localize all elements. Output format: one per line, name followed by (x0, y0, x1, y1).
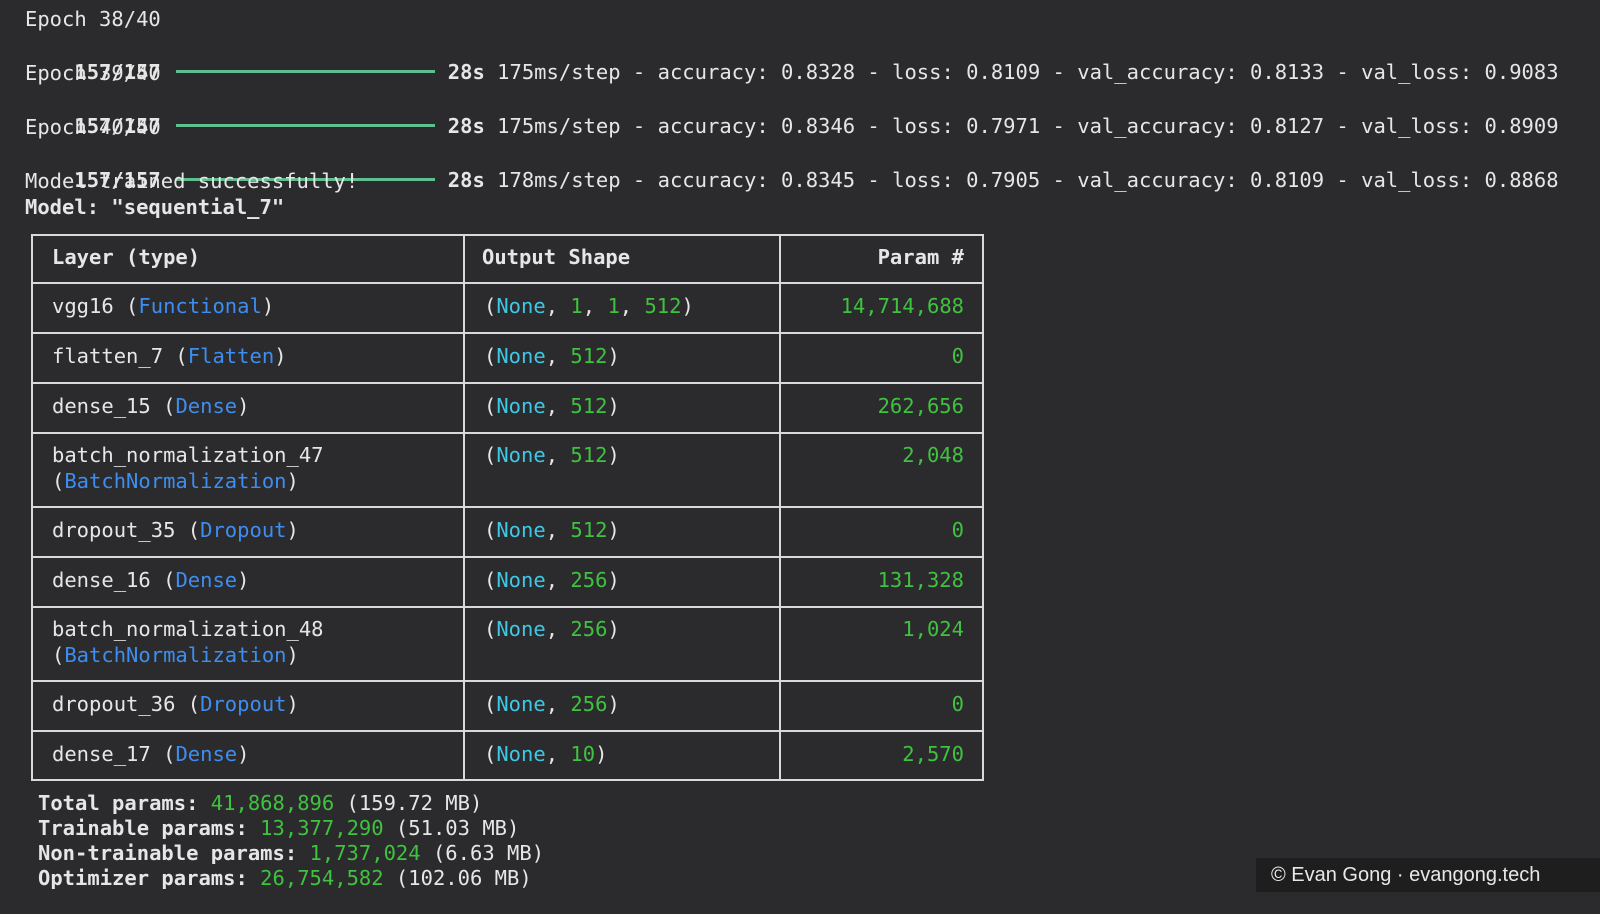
output-shape-cell: (None, 512) (484, 443, 620, 467)
output-shape-cell: (None, 512) (484, 344, 620, 368)
epoch-metrics: 178ms/step - accuracy: 0.8345 - loss: 0.… (497, 168, 1559, 192)
output-shape-cell: (None, 512) (484, 394, 620, 418)
epoch-header: Epoch 39/40 (25, 61, 161, 85)
column-header-output-shape: Output Shape (482, 245, 631, 269)
epoch-progress-line: 157/157 28s 175ms/step - accuracy: 0.8346… (25, 87, 1558, 138)
watermark: © Evan Gong · evangong.tech (1256, 858, 1600, 892)
layer-cell: dense_17 (Dense) (52, 742, 250, 766)
column-header-layer: Layer (type) (52, 245, 201, 269)
layer-cell: dense_16 (Dense) (52, 568, 250, 592)
epoch-time: 28s (447, 168, 485, 192)
epoch-progress-line: 157/157 28s 175ms/step - accuracy: 0.8328… (25, 33, 1558, 84)
output-shape-cell: (None, 256) (484, 692, 620, 716)
progress-bar (175, 123, 435, 127)
param-count-cell: 2,570 (902, 742, 964, 766)
epoch-metrics: 175ms/step - accuracy: 0.8328 - loss: 0.… (497, 60, 1559, 84)
epoch-time: 28s (447, 114, 485, 138)
param-count-cell: 0 (951, 518, 964, 542)
epoch-metrics: 175ms/step - accuracy: 0.8346 - loss: 0.… (497, 114, 1559, 138)
layer-cell: batch_normalization_48 (BatchNormalizatio… (52, 617, 324, 667)
param-count-cell: 14,714,688 (840, 294, 964, 318)
table-divider (33, 730, 982, 732)
table-divider (33, 680, 982, 682)
table-divider (33, 382, 982, 384)
epoch-header: Epoch 38/40 (25, 7, 161, 31)
trainable-params: Trainable params: 13,377,290 (51.03 MB) (38, 816, 520, 840)
output-shape-cell: (None, 256) (484, 617, 620, 641)
param-count-cell: 262,656 (877, 394, 964, 418)
param-count-cell: 2,048 (902, 443, 964, 467)
non-trainable-params: Non-trainable params: 1,737,024 (6.63 MB… (38, 841, 545, 865)
table-divider (33, 506, 982, 508)
layer-cell: dropout_36 (Dropout) (52, 692, 299, 716)
param-count-cell: 0 (951, 692, 964, 716)
trained-message: Model trained successfully! (25, 169, 359, 193)
layer-cell: flatten_7 (Flatten) (52, 344, 287, 368)
table-divider (33, 332, 982, 334)
table-divider (33, 432, 982, 434)
layer-cell: dropout_35 (Dropout) (52, 518, 299, 542)
terminal-output: Epoch 38/40 157/157 28s 175ms/step - accu… (0, 0, 1600, 914)
layer-cell: batch_normalization_47 (BatchNormalizatio… (52, 443, 324, 493)
layer-cell: dense_15 (Dense) (52, 394, 250, 418)
param-count-cell: 0 (951, 344, 964, 368)
table-divider (33, 606, 982, 608)
epoch-progress-line: 157/157 28s 178ms/step - accuracy: 0.8345… (25, 141, 1558, 192)
output-shape-cell: (None, 10) (484, 742, 608, 766)
progress-bar (175, 69, 435, 73)
table-column-divider (463, 236, 465, 779)
model-title: Model: "sequential_7" (25, 195, 285, 219)
output-shape-cell: (None, 512) (484, 518, 620, 542)
model-summary-table: Layer (type) Output Shape Param # vgg16 … (31, 234, 984, 781)
optimizer-params: Optimizer params: 26,754,582 (102.06 MB) (38, 866, 532, 890)
output-shape-cell: (None, 256) (484, 568, 620, 592)
table-divider (33, 556, 982, 558)
param-count-cell: 1,024 (902, 617, 964, 641)
total-params: Total params: 41,868,896 (159.72 MB) (38, 791, 483, 815)
layer-cell: vgg16 (Functional) (52, 294, 275, 318)
epoch-time: 28s (447, 60, 485, 84)
table-column-divider (779, 236, 781, 779)
table-divider (33, 282, 982, 284)
epoch-header: Epoch 40/40 (25, 115, 161, 139)
param-count-cell: 131,328 (877, 568, 964, 592)
output-shape-cell: (None, 1, 1, 512) (484, 294, 694, 318)
column-header-params: Param # (877, 245, 964, 269)
